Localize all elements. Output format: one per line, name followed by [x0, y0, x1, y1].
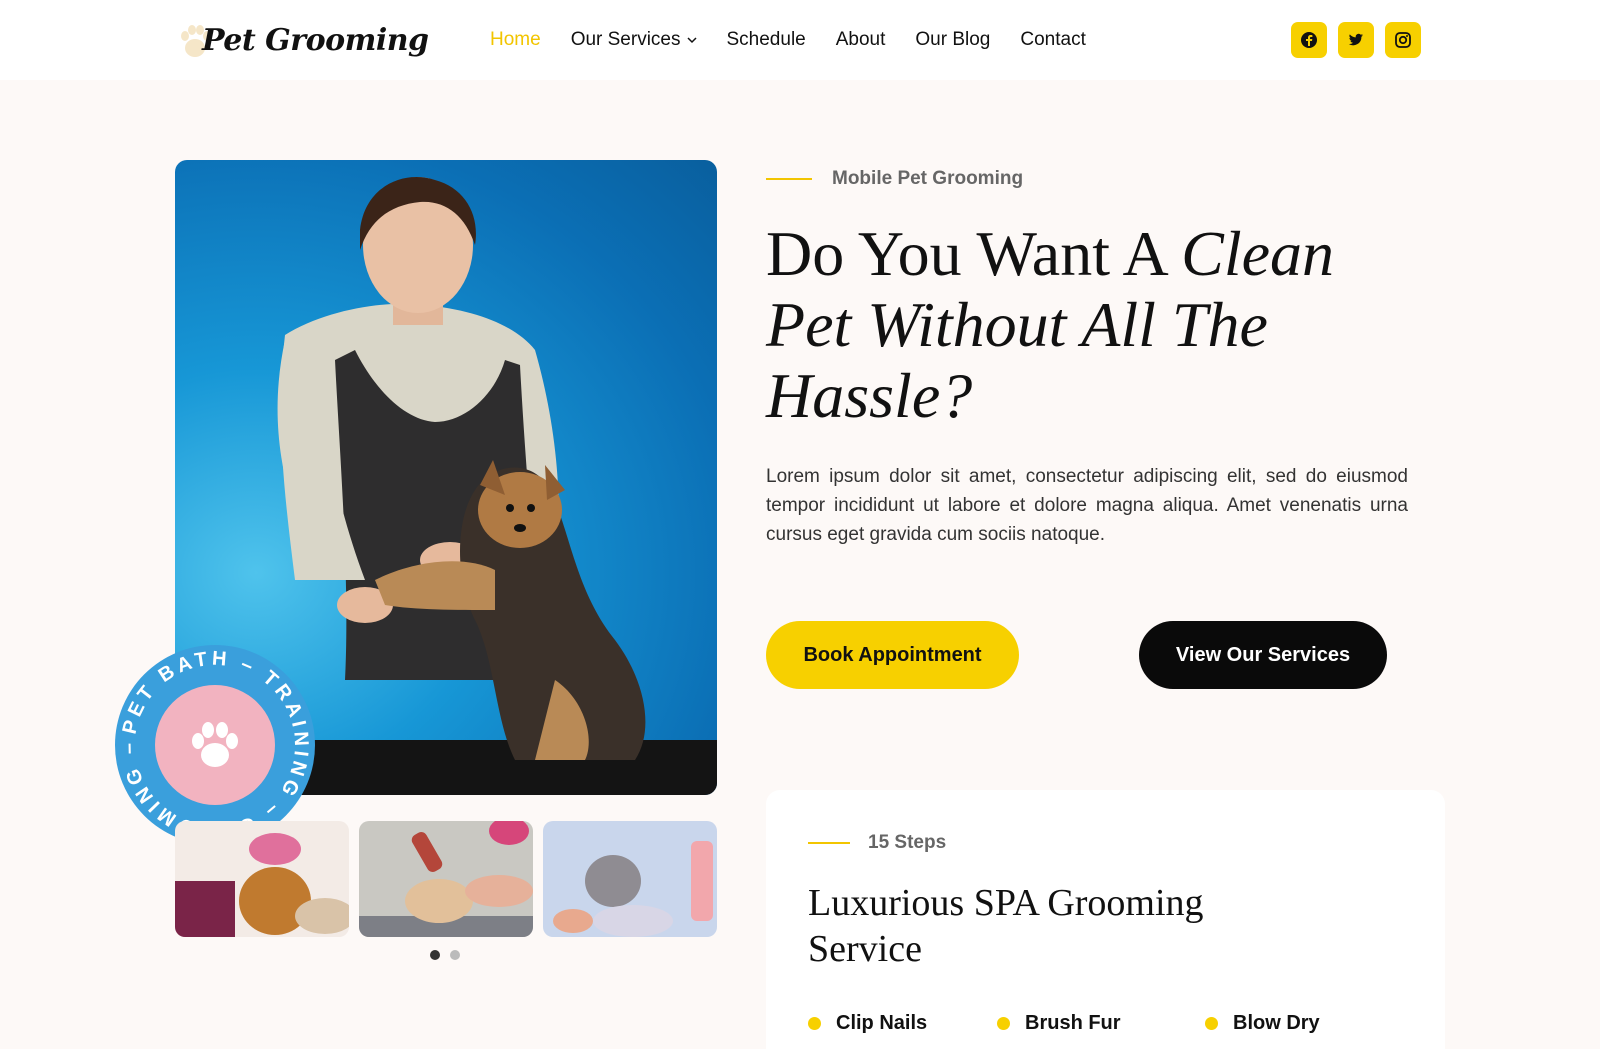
twitter-button[interactable]	[1338, 22, 1374, 58]
logo[interactable]: Pet Grooming	[178, 16, 429, 64]
feature-item: Blow Dry	[1205, 1012, 1365, 1035]
cat-grooming-photo	[359, 821, 533, 937]
logo-text: Pet Grooming	[202, 22, 429, 58]
twitter-icon	[1348, 33, 1363, 46]
card-eyebrow: 15 Steps	[808, 832, 946, 854]
services-badge: PET BATH – TRAINING – GROOMING –	[115, 645, 315, 845]
facebook-button[interactable]	[1291, 22, 1327, 58]
hero-paragraph: Lorem ipsum dolor sit amet, consectetur …	[766, 466, 1408, 545]
thumbnail-3[interactable]	[543, 821, 717, 937]
feature-label: Blow Dry	[1233, 1012, 1320, 1034]
feature-item: Clip Nails	[808, 1012, 997, 1035]
instagram-button[interactable]	[1385, 22, 1421, 58]
headline-plain: Do You Want A	[766, 218, 1182, 289]
instagram-icon	[1395, 32, 1411, 48]
hero-headline: Do You Want A Clean Pet Without All The …	[766, 218, 1366, 431]
card-eyebrow-text: 15 Steps	[868, 832, 947, 853]
feature-label: Clip Nails	[836, 1012, 928, 1034]
card-title: Luxurious SPA Grooming Service	[808, 882, 1204, 970]
paw-icon	[192, 722, 238, 767]
slider-dots	[430, 950, 460, 960]
badge-center	[155, 685, 275, 805]
feature-list: Clip Nails Brush Fur Blow Dry	[808, 1012, 1365, 1035]
facebook-icon	[1301, 32, 1317, 48]
slider-dot-2[interactable]	[450, 950, 460, 960]
view-services-button[interactable]: View Our Services	[1139, 621, 1387, 689]
bullet-dot-icon	[1205, 1017, 1218, 1030]
nav-item-home[interactable]: Home	[490, 26, 541, 54]
nav-item-about[interactable]: About	[836, 26, 886, 54]
dog-with-towel-photo	[175, 821, 349, 937]
bullet-dot-icon	[997, 1017, 1010, 1030]
nav-label: Home	[490, 29, 541, 50]
nav-item-our-blog[interactable]: Our Blog	[915, 26, 990, 54]
wet-cat-bath-photo	[543, 821, 717, 937]
site-header: Pet Grooming Home Our Services Schedule …	[0, 0, 1600, 80]
nav-label: Schedule	[726, 29, 806, 50]
eyebrow-text: Mobile Pet Grooming	[832, 168, 1024, 189]
bullet-dot-icon	[808, 1017, 821, 1030]
nav-label: Our Services	[570, 29, 681, 50]
main-nav: Home Our Services Schedule About Our Blo…	[490, 26, 1116, 54]
thumbnail-1[interactable]	[175, 821, 349, 937]
slider-dot-1[interactable]	[430, 950, 440, 960]
book-appointment-button[interactable]: Book Appointment	[766, 621, 1019, 689]
chevron-down-icon	[686, 37, 697, 44]
nav-item-contact[interactable]: Contact	[1020, 26, 1085, 54]
nav-item-schedule[interactable]: Schedule	[727, 26, 806, 54]
nav-item-our-services[interactable]: Our Services	[571, 26, 697, 54]
nav-label: About	[835, 29, 886, 50]
gallery-thumbnails	[175, 821, 717, 937]
hero-eyebrow: Mobile Pet Grooming	[766, 168, 1023, 190]
spa-service-card: 15 Steps Luxurious SPA Grooming Service …	[766, 790, 1445, 1049]
eyebrow-line	[766, 178, 812, 180]
nav-label: Contact	[1020, 29, 1086, 50]
feature-item: Brush Fur	[997, 1012, 1205, 1035]
feature-label: Brush Fur	[1025, 1012, 1121, 1034]
card-eyebrow-line	[808, 842, 850, 844]
thumbnail-2[interactable]	[359, 821, 533, 937]
nav-label: Our Blog	[915, 29, 991, 50]
social-links	[1291, 22, 1421, 58]
